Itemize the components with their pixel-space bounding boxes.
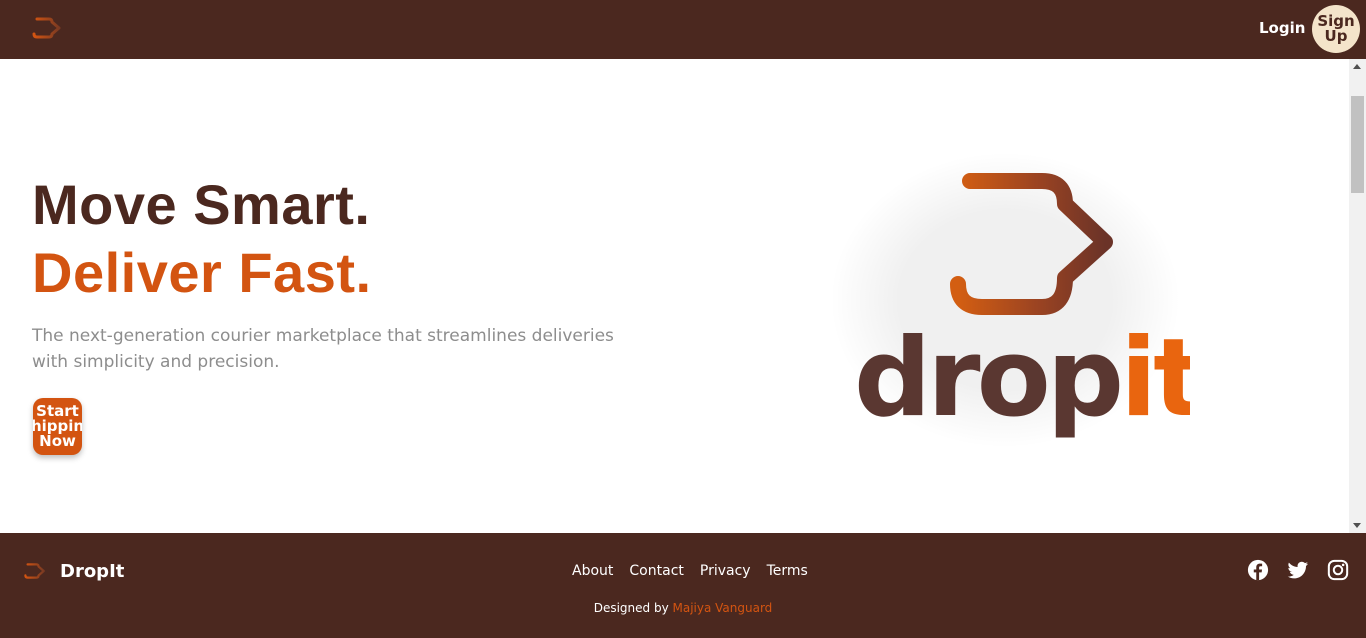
instagram-icon[interactable]: [1327, 559, 1349, 581]
dropit-hero-logo: dropit: [830, 152, 1190, 448]
footer-link-contact[interactable]: Contact: [629, 563, 683, 579]
site-footer: DropIt About Contact Privacy Terms Desig…: [0, 533, 1366, 638]
top-navbar: Login Sign Up: [0, 0, 1366, 59]
scroll-up-arrow-icon[interactable]: [1353, 64, 1361, 69]
logo-word-drop: drop: [854, 316, 1120, 441]
start-shipping-button[interactable]: Start Shipping Now: [33, 398, 82, 455]
svg-text:dropit: dropit: [854, 316, 1190, 441]
hero-headline-line1: Move Smart.: [32, 173, 371, 236]
scroll-down-arrow-icon[interactable]: [1353, 523, 1361, 528]
facebook-icon[interactable]: [1247, 559, 1269, 581]
footer-credit: Designed by Majiya Vanguard: [0, 601, 1366, 615]
credit-prefix: Designed by: [593, 601, 669, 615]
twitter-icon[interactable]: [1287, 559, 1309, 581]
start-shipping-label: Start Shipping Now: [33, 402, 82, 450]
logo-word-it: it: [1120, 316, 1190, 441]
footer-brand-name[interactable]: DropIt: [60, 561, 124, 582]
hero-headline-line2: Deliver Fast.: [32, 241, 372, 304]
hero-subtitle: The next-generation courier marketplace …: [32, 326, 614, 372]
dropit-logo-icon[interactable]: [22, 13, 64, 43]
footer-links: About Contact Privacy Terms: [572, 563, 808, 579]
signup-button[interactable]: Sign Up: [1312, 5, 1360, 53]
page-scrollbar[interactable]: [1349, 59, 1366, 533]
footer-link-privacy[interactable]: Privacy: [700, 563, 751, 579]
footer-link-about[interactable]: About: [572, 563, 613, 579]
footer-link-terms[interactable]: Terms: [767, 563, 808, 579]
dropit-logo-icon[interactable]: [16, 560, 48, 582]
credit-name-link[interactable]: Majiya Vanguard: [673, 601, 773, 615]
scrollbar-thumb[interactable]: [1351, 96, 1364, 193]
login-link[interactable]: Login: [1259, 19, 1305, 37]
